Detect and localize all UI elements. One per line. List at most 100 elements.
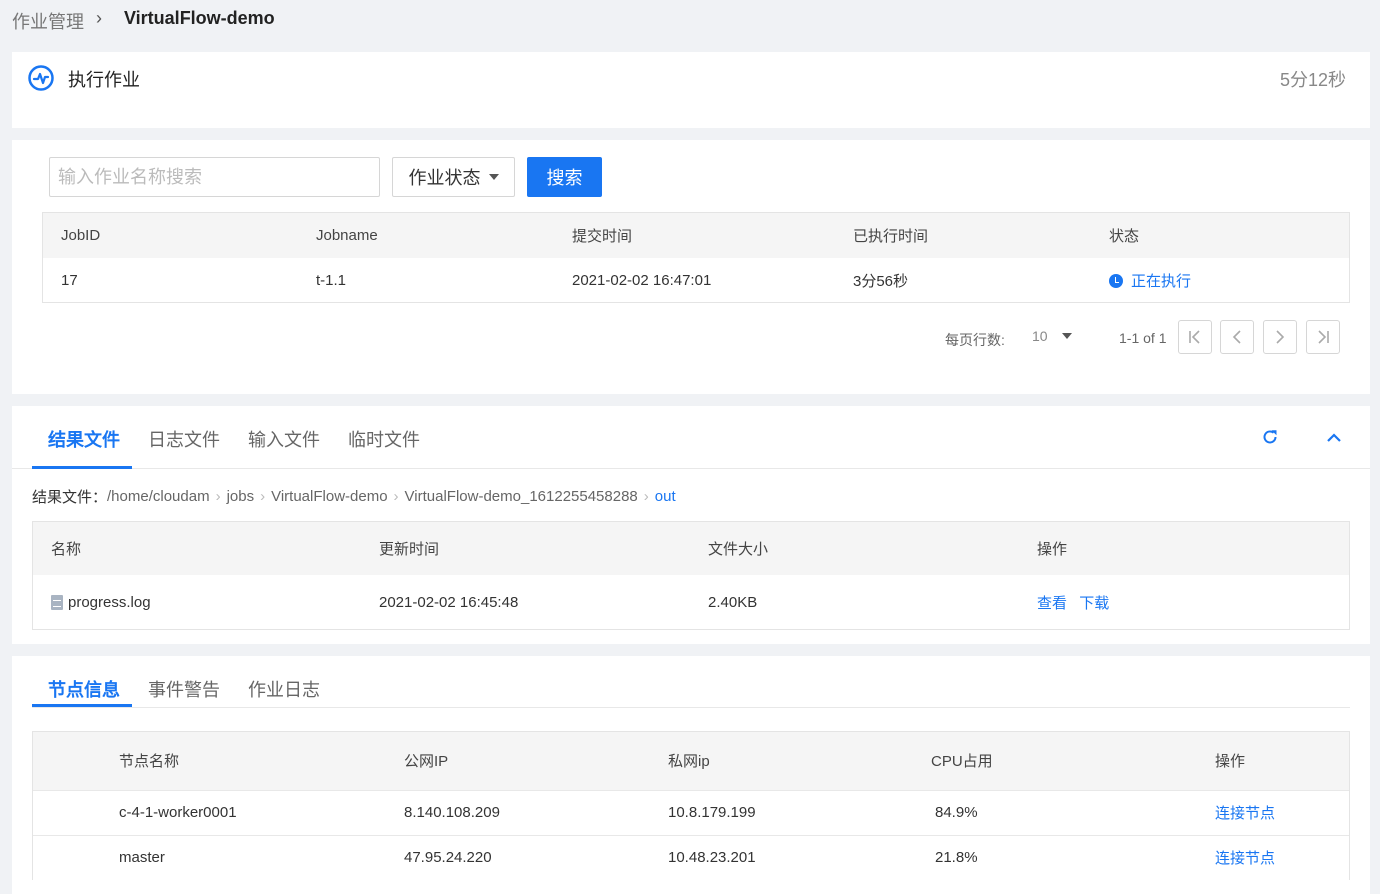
breadcrumb-root[interactable]: 作业管理 bbox=[12, 8, 84, 34]
view-file-link[interactable]: 查看 bbox=[1037, 595, 1067, 612]
files-card: 结果文件 日志文件 输入文件 临时文件 结果文件： /home/cloudam … bbox=[12, 406, 1370, 644]
column-header-public-ip: 公网IP bbox=[404, 732, 668, 790]
job-elapsed-time: 5分12秒 bbox=[1279, 70, 1346, 90]
column-header-jobname[interactable]: Jobname bbox=[298, 213, 554, 258]
path-segment-jobs[interactable]: jobs bbox=[227, 488, 255, 505]
tab-temp-files[interactable]: 临时文件 bbox=[348, 426, 420, 452]
chevron-up-icon[interactable] bbox=[1325, 430, 1343, 444]
last-page-button[interactable] bbox=[1306, 320, 1340, 354]
chevron-right-icon: › bbox=[215, 488, 221, 505]
tab-divider bbox=[32, 707, 1350, 708]
job-search-input[interactable] bbox=[49, 157, 380, 197]
clock-icon bbox=[1109, 273, 1123, 288]
jobs-table: JobID Jobname 提交时间 已执行时间 状态 17 t-1.1 202… bbox=[42, 212, 1350, 303]
first-page-icon bbox=[1189, 330, 1200, 344]
path-segment-project[interactable]: VirtualFlow-demo bbox=[271, 488, 387, 505]
chevron-right-icon: › bbox=[260, 488, 266, 505]
activity-icon bbox=[28, 65, 54, 91]
connect-node-link[interactable]: 连接节点 bbox=[1215, 834, 1349, 880]
job-header-title: 执行作业 bbox=[68, 70, 140, 90]
jobs-list-card: 作业状态 搜索 JobID Jobname 提交时间 已执行时间 状态 17 t… bbox=[12, 140, 1370, 394]
caret-down-icon bbox=[1061, 333, 1072, 339]
file-icon bbox=[51, 594, 63, 610]
table-header-row: JobID Jobname 提交时间 已执行时间 状态 bbox=[43, 213, 1349, 258]
download-file-link[interactable]: 下载 bbox=[1079, 595, 1109, 612]
node-public-ip: 47.95.24.220 bbox=[404, 834, 668, 880]
path-segment-current: out bbox=[654, 488, 676, 505]
file-updated: 2021-02-02 16:45:48 bbox=[379, 593, 519, 611]
column-header-node-name: 节点名称 bbox=[119, 732, 404, 790]
column-spacer bbox=[33, 732, 119, 790]
column-header-actions: 操作 bbox=[1019, 522, 1349, 575]
pagination-range: 1-1 of 1 bbox=[1119, 330, 1167, 346]
chevron-right-icon bbox=[1276, 330, 1285, 344]
tab-node-info[interactable]: 节点信息 bbox=[48, 676, 120, 702]
node-cpu: 84.9% bbox=[931, 789, 1215, 835]
tab-job-log[interactable]: 作业日志 bbox=[248, 676, 320, 702]
caret-down-icon bbox=[488, 174, 499, 180]
path-segment-home[interactable]: /home/cloudam bbox=[107, 488, 210, 505]
tab-divider bbox=[12, 468, 1370, 469]
table-row: master 47.95.24.220 10.48.23.201 21.8% 连… bbox=[33, 834, 1349, 880]
file-size: 2.40KB bbox=[708, 593, 758, 611]
rows-per-page-label: 每页行数: bbox=[945, 332, 1005, 348]
column-header-size: 文件大小 bbox=[690, 522, 1019, 575]
file-name: progress.log bbox=[68, 593, 151, 611]
column-header-updated: 更新时间 bbox=[361, 522, 690, 575]
column-header-submitted[interactable]: 提交时间 bbox=[554, 213, 835, 258]
job-header-card: 执行作业 5分12秒 bbox=[12, 52, 1370, 128]
active-tab-indicator bbox=[32, 466, 132, 469]
job-id: 17 bbox=[61, 271, 78, 289]
job-status-text: 正在执行 bbox=[1131, 272, 1192, 290]
breadcrumb-chevron-icon: › bbox=[96, 8, 102, 28]
refresh-icon[interactable] bbox=[1261, 428, 1279, 446]
table-row[interactable]: 17 t-1.1 2021-02-02 16:47:01 3分56秒 正在执行 bbox=[43, 258, 1349, 302]
table-row: c-4-1-worker0001 8.140.108.209 10.8.179.… bbox=[33, 789, 1349, 835]
column-header-jobid[interactable]: JobID bbox=[43, 213, 298, 258]
node-name: c-4-1-worker0001 bbox=[119, 789, 404, 835]
rows-per-page-value: 10 bbox=[1032, 328, 1048, 344]
table-header-row: 节点名称 公网IP 私网ip CPU占用 操作 bbox=[33, 732, 1349, 790]
tab-result-files[interactable]: 结果文件 bbox=[48, 426, 120, 452]
job-name: t-1.1 bbox=[316, 271, 347, 289]
job-status-dropdown[interactable]: 作业状态 bbox=[392, 157, 515, 197]
connect-node-link[interactable]: 连接节点 bbox=[1215, 789, 1349, 835]
last-page-icon bbox=[1318, 330, 1329, 344]
previous-page-button[interactable] bbox=[1220, 320, 1254, 354]
rows-per-page-select[interactable]: 10 bbox=[1032, 328, 1072, 344]
first-page-button[interactable] bbox=[1178, 320, 1212, 354]
tab-log-files[interactable]: 日志文件 bbox=[148, 426, 220, 452]
table-row: progress.log 2021-02-02 16:45:48 2.40KB … bbox=[33, 575, 1349, 629]
files-table: 名称 更新时间 文件大小 操作 progress.log 2021-02-02 … bbox=[32, 521, 1350, 630]
node-public-ip: 8.140.108.209 bbox=[404, 789, 668, 835]
search-button[interactable]: 搜索 bbox=[527, 157, 602, 197]
connect-node-label[interactable]: 连接节点 bbox=[1215, 805, 1275, 822]
column-header-cpu: CPU占用 bbox=[931, 732, 1215, 790]
connect-node-label[interactable]: 连接节点 bbox=[1215, 850, 1275, 867]
node-private-ip: 10.8.179.199 bbox=[668, 789, 931, 835]
file-path-breadcrumb: 结果文件： /home/cloudam › jobs › VirtualFlow… bbox=[32, 486, 676, 507]
active-tab-indicator bbox=[32, 704, 132, 707]
chevron-left-icon bbox=[1232, 330, 1241, 344]
chevron-right-icon: › bbox=[643, 488, 649, 505]
row-spacer bbox=[33, 789, 119, 835]
job-status-label: 作业状态 bbox=[408, 168, 481, 188]
job-status: 正在执行 bbox=[1091, 258, 1349, 302]
node-private-ip: 10.48.23.201 bbox=[668, 834, 931, 880]
chevron-right-icon: › bbox=[393, 488, 399, 505]
path-segment-run[interactable]: VirtualFlow-demo_1612255458288 bbox=[405, 488, 638, 505]
column-header-elapsed[interactable]: 已执行时间 bbox=[835, 213, 1091, 258]
breadcrumb-current: VirtualFlow-demo bbox=[124, 8, 275, 28]
table-header-row: 名称 更新时间 文件大小 操作 bbox=[33, 522, 1349, 575]
tab-input-files[interactable]: 输入文件 bbox=[248, 426, 320, 452]
column-header-name: 名称 bbox=[33, 522, 361, 575]
file-actions: 查看 下载 bbox=[1019, 575, 1349, 629]
row-spacer bbox=[33, 834, 119, 880]
file-name-cell[interactable]: progress.log bbox=[33, 575, 361, 629]
tab-event-warnings[interactable]: 事件警告 bbox=[148, 676, 220, 702]
node-name: master bbox=[119, 834, 404, 880]
column-header-status[interactable]: 状态 bbox=[1091, 213, 1349, 258]
next-page-button[interactable] bbox=[1263, 320, 1297, 354]
node-cpu: 21.8% bbox=[931, 834, 1215, 880]
job-submitted-time: 2021-02-02 16:47:01 bbox=[572, 271, 712, 289]
